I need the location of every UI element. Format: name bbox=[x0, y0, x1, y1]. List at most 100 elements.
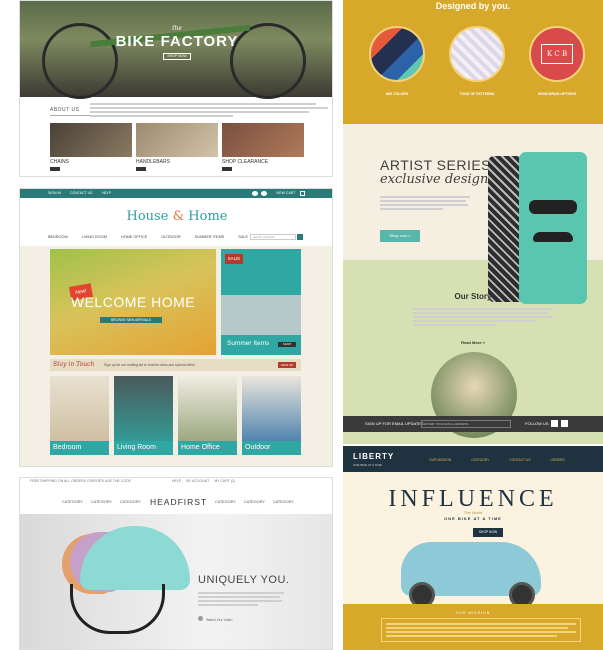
room-label: Living Room bbox=[114, 441, 173, 455]
nav-outdoor[interactable]: OUTDOOR bbox=[161, 235, 180, 239]
category-button[interactable] bbox=[136, 167, 146, 171]
patterns-label: TONS OF PATTERNS bbox=[459, 92, 495, 96]
email-signup-label: SIGN UP FOR EMAIL UPDATES bbox=[365, 421, 424, 426]
liberty-nav: LIBERTY ONE BIKE AT A TIME OUR MISSION C… bbox=[343, 446, 603, 472]
sign-in-link[interactable]: SIGN IN bbox=[48, 191, 61, 195]
nav-contact-us[interactable]: CONTACT US bbox=[509, 458, 530, 462]
headfirst-logo[interactable]: HEADFIRST bbox=[150, 497, 207, 507]
read-more-link[interactable]: Read More » bbox=[343, 340, 603, 345]
designed-by-you-preview[interactable]: Designed by you. K C B MIX COLORS TONS O… bbox=[343, 0, 603, 124]
watch-video-link[interactable]: Watch Our Video bbox=[198, 616, 232, 622]
signup-button[interactable]: SIGN UP bbox=[278, 362, 296, 368]
room-label: Home Office bbox=[178, 441, 237, 455]
mustache-phone-case bbox=[519, 152, 587, 304]
house-brand[interactable]: House & Home bbox=[20, 209, 332, 224]
category-button[interactable] bbox=[50, 167, 60, 171]
account-link[interactable]: MY ACCOUNT bbox=[186, 479, 209, 483]
nav-sale[interactable]: SALE bbox=[238, 235, 248, 239]
artist-series-preview[interactable]: ARTIST SERIES exclusive designs Shop now… bbox=[343, 124, 603, 444]
about-divider bbox=[50, 115, 90, 116]
bike-factory-preview[interactable]: the BIKE FACTORY SHOP NOW ABOUT US CHAIN… bbox=[19, 0, 333, 177]
bike-shop-button[interactable]: SHOP NOW bbox=[163, 53, 191, 60]
nav-category[interactable]: CATEGORY bbox=[215, 500, 236, 504]
cart-link[interactable]: MY CART (2) bbox=[214, 479, 235, 483]
house-and-home-preview[interactable]: SIGN IN CONTACT US HELP VIEW CART House … bbox=[19, 188, 333, 467]
cart-icon[interactable] bbox=[300, 191, 305, 196]
facebook-icon[interactable] bbox=[551, 420, 558, 427]
summer-shop-button[interactable]: SHOP bbox=[278, 342, 296, 347]
nav-category[interactable]: CATEGORY bbox=[471, 458, 489, 462]
nav-category[interactable]: CATEGORY bbox=[244, 500, 265, 504]
nav-bedroom[interactable]: BEDROOM bbox=[48, 235, 68, 239]
headline-text bbox=[198, 590, 284, 608]
artist-heading: ARTIST SERIES bbox=[380, 157, 492, 173]
twitter-icon[interactable] bbox=[261, 191, 267, 196]
room-tile-outdoor[interactable]: Outdoor bbox=[242, 376, 301, 455]
category-label: HANDLEBARS bbox=[136, 159, 170, 165]
twitter-icon[interactable] bbox=[561, 420, 568, 427]
category-label: CHAINS bbox=[50, 159, 69, 165]
mustache-icon bbox=[533, 232, 573, 242]
helmet-strap bbox=[70, 584, 165, 634]
designed-title: Designed by you. bbox=[435, 1, 511, 11]
nav-category[interactable]: CATEGORY bbox=[91, 500, 112, 504]
category-card[interactable]: HANDLEBARS bbox=[136, 123, 218, 171]
liberty-preview[interactable]: LIBERTY ONE BIKE AT A TIME OUR MISSION C… bbox=[343, 446, 603, 650]
patterns-swatch bbox=[449, 26, 505, 82]
bike-logo: BIKE FACTORY bbox=[115, 33, 239, 50]
artist-subheading: exclusive designs bbox=[380, 172, 496, 187]
room-tile-living-room[interactable]: Living Room bbox=[114, 376, 173, 455]
room-label: Bedroom bbox=[50, 441, 109, 455]
help-link[interactable]: HELP bbox=[102, 191, 111, 195]
nav-summer-items[interactable]: SUMMER ITEMS bbox=[195, 235, 225, 239]
category-image bbox=[50, 123, 132, 157]
house-header: House & Home BEDROOM LIVING ROOM HOME OF… bbox=[20, 198, 332, 246]
artist-footer: SIGN UP FOR EMAIL UPDATES ENTER YOUR EMA… bbox=[343, 416, 603, 432]
shipping-promo: FREE SHIPPING ON ALL ORDERS OVER $75 USE… bbox=[30, 479, 235, 483]
room-tiles: Bedroom Living Room Home Office Outdoor bbox=[50, 376, 301, 455]
nav-our-mission[interactable]: OUR MISSION bbox=[429, 458, 451, 462]
mix-colors-label: MIX COLORS bbox=[385, 92, 409, 96]
nav-orders[interactable]: ORDERS bbox=[551, 458, 565, 462]
nav-living-room[interactable]: LIVING ROOM bbox=[82, 235, 107, 239]
nav-category[interactable]: CATEGORY bbox=[62, 500, 83, 504]
story-title: Our Story bbox=[454, 292, 492, 301]
room-tile-home-office[interactable]: Home Office bbox=[178, 376, 237, 455]
view-cart-link[interactable]: VIEW CART bbox=[276, 191, 295, 195]
bike-categories: CHAINS HANDLEBARS SHOP CLEARANCE bbox=[50, 123, 304, 171]
summer-room-image bbox=[221, 295, 301, 335]
house-search-input[interactable]: search products bbox=[250, 234, 296, 240]
mission-text bbox=[381, 618, 581, 642]
category-button[interactable] bbox=[222, 167, 232, 171]
sale-badge: SALE! bbox=[225, 254, 243, 264]
monogram-label: MONOGRAM OPTIONS bbox=[537, 92, 577, 96]
nav-home-office[interactable]: HOME OFFICE bbox=[121, 235, 147, 239]
bike-hero-image: the BIKE FACTORY SHOP NOW bbox=[20, 1, 332, 99]
brand-home: Home bbox=[188, 209, 228, 224]
category-card[interactable]: CHAINS bbox=[50, 123, 132, 171]
email-input[interactable]: ENTER YOUR EMAIL ADDRESS bbox=[421, 420, 511, 428]
summer-items-banner[interactable]: SALE! Summer Items SHOP bbox=[221, 249, 301, 355]
nav-category[interactable]: CATEGORY bbox=[273, 500, 294, 504]
influence-subtitle: The World bbox=[463, 510, 483, 515]
category-label: SHOP CLEARANCE bbox=[222, 159, 269, 165]
nav-category[interactable]: CATEGORY bbox=[120, 500, 141, 504]
liberty-shop-button[interactable]: SHOP NOW bbox=[473, 528, 503, 537]
facebook-icon[interactable] bbox=[252, 191, 258, 196]
artist-shop-button[interactable]: Shop now » bbox=[380, 230, 420, 242]
category-card[interactable]: SHOP CLEARANCE bbox=[222, 123, 304, 171]
headfirst-preview[interactable]: FREE SHIPPING ON ALL ORDERS OVER $75 USE… bbox=[19, 477, 333, 650]
influence-tagline: ONE BIKE AT A TIME bbox=[444, 516, 502, 521]
follow-us-label: FOLLOW US bbox=[525, 421, 549, 426]
watch-video-label: Watch Our Video bbox=[205, 618, 233, 622]
liberty-logo[interactable]: LIBERTY bbox=[353, 452, 394, 461]
browse-new-arrivals-button[interactable]: BROWSE NEW ARRIVALS bbox=[100, 317, 162, 323]
contact-link[interactable]: CONTACT US bbox=[70, 191, 92, 195]
monogram-swatch: K C B bbox=[529, 26, 585, 82]
welcome-banner[interactable]: New! WELCOME HOME BROWSE NEW ARRIVALS bbox=[50, 249, 216, 355]
search-icon[interactable] bbox=[297, 234, 303, 240]
room-tile-bedroom[interactable]: Bedroom bbox=[50, 376, 109, 455]
help-link[interactable]: HELP bbox=[172, 479, 181, 483]
influence-title: INFLUENCE bbox=[388, 486, 558, 512]
bike-logo-top: the bbox=[172, 25, 182, 32]
